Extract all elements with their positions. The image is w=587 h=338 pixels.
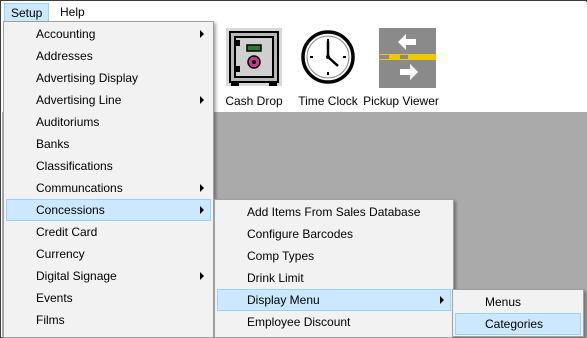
menu-item-label: Currency bbox=[36, 247, 85, 261]
menu-item-films[interactable]: Films bbox=[6, 309, 211, 331]
menu-item-drink-limit[interactable]: Drink Limit bbox=[217, 267, 451, 289]
menu-item-credit-card[interactable]: Credit Card bbox=[6, 221, 211, 243]
menu-item-label: Digital Signage bbox=[36, 269, 117, 283]
menu-bar: Setup Help bbox=[2, 2, 587, 22]
menu-item-digital-signage[interactable]: Digital Signage bbox=[6, 265, 211, 287]
clock-icon bbox=[300, 28, 356, 86]
menu-item-accounting[interactable]: Accounting bbox=[6, 23, 211, 45]
submenu-arrow-icon bbox=[200, 30, 204, 38]
arrows-icon bbox=[379, 28, 436, 88]
menu-item-label: Categories bbox=[485, 317, 544, 331]
display-menu-submenu: Menus Categories bbox=[452, 289, 584, 337]
menu-item-comp-types[interactable]: Comp Types bbox=[217, 245, 451, 267]
menu-item-classifications[interactable]: Classifications bbox=[6, 155, 211, 177]
menu-item-banks[interactable]: Banks bbox=[6, 133, 211, 155]
menu-item-label: Configure Barcodes bbox=[247, 227, 354, 241]
menu-item-advertising-display[interactable]: Advertising Display bbox=[6, 67, 211, 89]
menu-item-label: Comp Types bbox=[247, 249, 315, 263]
menu-item-label: Banks bbox=[36, 137, 70, 151]
application-window: Setup Help Cash Drop Time Clock Pickup V… bbox=[0, 0, 587, 338]
menu-item-label: Events bbox=[36, 291, 73, 305]
submenu-arrow-icon bbox=[200, 206, 204, 214]
cash-drop-label: Cash Drop bbox=[225, 94, 283, 108]
menu-item-label: Menus bbox=[485, 295, 522, 309]
concessions-submenu: Add Items From Sales Database Configure … bbox=[214, 199, 454, 338]
menu-item-label: Accounting bbox=[36, 27, 96, 41]
menu-item-label: Drink Limit bbox=[247, 271, 304, 285]
submenu-arrow-icon bbox=[200, 184, 204, 192]
menu-item-label: Addresses bbox=[36, 49, 93, 63]
time-clock-label: Time Clock bbox=[298, 94, 358, 108]
menu-item-employee-discount[interactable]: Employee Discount bbox=[217, 311, 451, 333]
menu-help[interactable]: Help bbox=[54, 3, 91, 22]
menu-item-label: Concessions bbox=[36, 203, 105, 217]
menu-item-advertising-line[interactable]: Advertising Line bbox=[6, 89, 211, 111]
menu-item-label: Communcations bbox=[36, 181, 123, 195]
menu-item-label: Display Menu bbox=[247, 293, 320, 307]
cash-drop-button[interactable]: Cash Drop bbox=[221, 26, 287, 112]
pickup-viewer-label: Pickup Viewer bbox=[363, 94, 439, 108]
menu-item-label: Films bbox=[36, 313, 65, 327]
menu-item-label: Add Items From Sales Database bbox=[247, 205, 421, 219]
menu-item-label: Credit Card bbox=[36, 225, 98, 239]
submenu-arrow-icon bbox=[200, 272, 204, 280]
menu-item-concessions[interactable]: Concessions bbox=[6, 199, 211, 221]
menu-setup[interactable]: Setup bbox=[4, 3, 50, 22]
menu-item-communcations[interactable]: Communcations bbox=[6, 177, 211, 199]
menu-item-currency[interactable]: Currency bbox=[6, 243, 211, 265]
submenu-arrow-icon bbox=[200, 96, 204, 104]
menu-item-menus[interactable]: Menus bbox=[455, 291, 581, 313]
menu-item-label: Advertising Line bbox=[36, 93, 122, 107]
menu-item-label: Advertising Display bbox=[36, 71, 139, 85]
pickup-viewer-button[interactable]: Pickup Viewer bbox=[363, 26, 440, 112]
menu-item-addresses[interactable]: Addresses bbox=[6, 45, 211, 67]
menu-item-label: Employee Discount bbox=[247, 315, 351, 329]
menu-item-auditoriums[interactable]: Auditoriums bbox=[6, 111, 211, 133]
time-clock-button[interactable]: Time Clock bbox=[295, 26, 361, 112]
menu-item-display-menu[interactable]: Display Menu bbox=[217, 289, 451, 311]
setup-menu: Accounting Addresses Advertising Display… bbox=[3, 21, 214, 338]
menu-item-configure-barcodes[interactable]: Configure Barcodes bbox=[217, 223, 451, 245]
menu-item-categories[interactable]: Categories bbox=[455, 313, 581, 335]
menu-item-label: Classifications bbox=[36, 159, 113, 173]
submenu-arrow-icon bbox=[440, 296, 444, 304]
safe-icon bbox=[226, 28, 282, 86]
menu-item-add-items-from-sales-database[interactable]: Add Items From Sales Database bbox=[217, 201, 451, 223]
menu-item-label: Auditoriums bbox=[36, 115, 100, 129]
menu-item-events[interactable]: Events bbox=[6, 287, 211, 309]
